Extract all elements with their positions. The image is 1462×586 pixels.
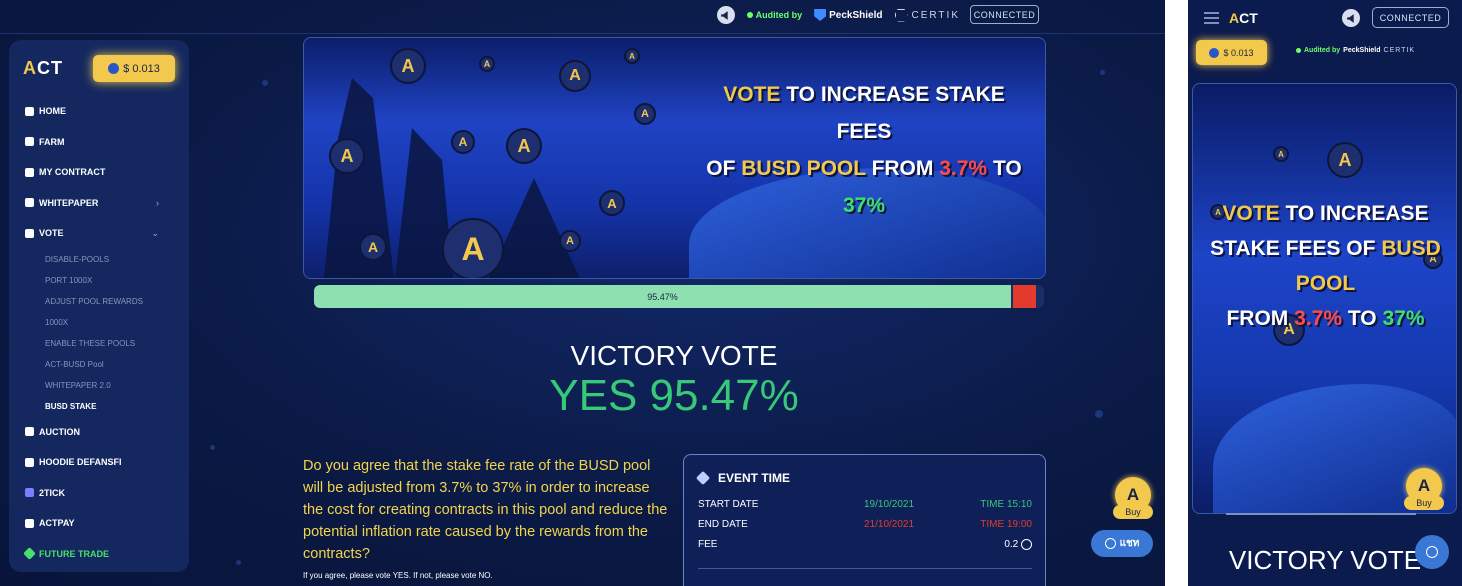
sidebar-subitem-disable-pools[interactable]: DISABLE-POOLS <box>9 249 189 270</box>
price-badge[interactable]: $ 0.013 <box>1196 40 1267 65</box>
act-token-icon <box>108 63 120 74</box>
sidebar-item-actpay[interactable]: ACTPAY <box>9 508 189 539</box>
audited-label: Audited by PeckShield CERTIK <box>1296 47 1415 54</box>
announcement-icon[interactable] <box>716 6 735 24</box>
connected-button[interactable]: CONNECTED <box>970 5 1039 24</box>
event-time-card: EVENT TIME START DATE 19/10/2021 TIME 15… <box>683 454 1046 586</box>
sidebar-subitem-enable-these-pools[interactable]: ENABLE THESE POOLS <box>9 333 189 354</box>
sidebar-subitem-whitepaper-2[interactable]: WHITEPAPER 2.0 <box>9 375 189 396</box>
sidebar-item-my-contract[interactable]: MY CONTRACT <box>9 157 189 188</box>
chat-icon <box>1426 546 1438 558</box>
connected-button[interactable]: CONNECTED <box>1372 7 1449 28</box>
act-coin-icon: A <box>479 56 495 72</box>
act-coin-icon: A <box>559 230 581 252</box>
star-dot <box>1095 410 1103 418</box>
buy-button[interactable]: A Buy <box>1404 468 1444 512</box>
divider <box>1165 0 1188 586</box>
contract-icon <box>25 167 34 177</box>
rocket-icon <box>25 137 34 147</box>
sidebar-item-whitepaper[interactable]: WHITEPAPER › <box>9 188 189 219</box>
top-bar: Audited by PeckShield CERTIK CONNECTED <box>0 0 1165 34</box>
act-token-icon <box>1021 539 1032 550</box>
auction-icon <box>25 427 34 437</box>
sidebar-subitem-port-1000x[interactable]: PORT 1000X <box>9 270 189 291</box>
chevron-down-icon: ⌄ <box>151 227 159 238</box>
audited-label: Audited by <box>746 10 802 20</box>
star-dot <box>236 560 241 565</box>
vote-icon <box>25 228 34 238</box>
act-coin-icon: A <box>451 130 475 154</box>
fee-row: FEE 0.2 <box>698 539 1032 550</box>
start-date-row: START DATE 19/10/2021 TIME 15:10 <box>698 499 1032 510</box>
announcement-icon[interactable] <box>1342 9 1360 27</box>
act-coin-icon: A <box>359 233 387 261</box>
menu-icon[interactable] <box>1204 12 1219 24</box>
vote-note: If you agree, please vote YES. If not, p… <box>303 571 493 580</box>
star-dot <box>1100 70 1105 75</box>
sidebar-subitem-busd-stake[interactable]: BUSD STAKE <box>9 396 189 417</box>
vote-progress-bar <box>1226 513 1416 515</box>
vote-banner: A A A A A A A A A A A A VOTE TO INCREASE… <box>303 37 1046 279</box>
act-coin-icon: A <box>599 190 625 216</box>
book-icon <box>25 198 34 208</box>
vote-no-fill <box>1013 285 1036 308</box>
act-coin-icon: A <box>506 128 542 164</box>
home-icon <box>25 106 34 116</box>
star-dot <box>210 445 215 450</box>
vote-result: YES 95.47% <box>549 371 799 420</box>
peckshield-logo: PeckShield <box>814 9 883 21</box>
act-token-icon <box>1209 47 1220 58</box>
buy-label: Buy <box>1113 505 1153 519</box>
act-coin-icon: A <box>442 218 504 278</box>
chat-button[interactable]: แชท <box>1091 530 1153 557</box>
hoodie-icon <box>25 457 34 467</box>
screen: Audited by PeckShield CERTIK CONNECTED A… <box>0 0 1462 586</box>
vote-banner: A A A A A VOTE TO INCREASE STAKE FEES OF… <box>1192 83 1457 514</box>
rocket-icon <box>695 470 711 486</box>
end-date-row: END DATE 21/10/2021 TIME 19:00 <box>698 519 1032 530</box>
sidebar-item-vote[interactable]: VOTE ⌄ <box>9 218 189 249</box>
act-coin-icon: A <box>634 103 656 125</box>
banner-headline: VOTE TO INCREASE STAKE FEES OF BUSD POOL… <box>1210 202 1441 330</box>
sidebar-nav: HOME FARM MY CONTRACT WHITEPAPER › VOTE ⌄ … <box>9 96 189 569</box>
star-dot <box>262 80 268 86</box>
act-coin-icon: A <box>390 48 426 84</box>
buy-label: Buy <box>1404 496 1444 510</box>
chat-icon <box>1104 538 1116 549</box>
certik-logo: CERTIK <box>894 8 961 22</box>
banner-headline: VOTE TO INCREASE STAKE FEES OF BUSD POOL… <box>706 83 1022 217</box>
vote-progress-bar: 95.47% <box>314 285 1044 308</box>
sidebar-subitem-adjust-pool-rewards[interactable]: ADJUST POOL REWARDS <box>9 291 189 312</box>
desktop-view: Audited by PeckShield CERTIK CONNECTED A… <box>0 0 1165 586</box>
act-logo[interactable]: ACT <box>1229 10 1258 26</box>
chat-button[interactable] <box>1415 535 1449 569</box>
sidebar-item-hoodie-defansfi[interactable]: HOODIE DEFANSFI <box>9 447 189 478</box>
sidebar-item-future-trade[interactable]: FUTURE TRADE <box>9 539 189 570</box>
divider <box>698 568 1032 569</box>
sidebar-item-home[interactable]: HOME <box>9 96 189 127</box>
sidebar-item-2tick[interactable]: 2TICK <box>9 478 189 509</box>
chevron-right-icon: › <box>156 197 159 208</box>
sidebar-subitem-act-busd-pool[interactable]: ACT-BUSD Pool <box>9 354 189 375</box>
buy-button[interactable]: A Buy <box>1113 477 1153 521</box>
act-coin-icon: A <box>1327 142 1363 178</box>
act-logo[interactable]: ACT <box>23 58 63 79</box>
act-coin-icon: A <box>624 48 640 64</box>
victory-vote-title: VICTORY VOTE <box>570 340 778 371</box>
tick-icon <box>25 488 34 498</box>
sidebar-item-auction[interactable]: AUCTION <box>9 417 189 448</box>
event-time-header: EVENT TIME <box>695 470 790 486</box>
act-coin-icon: A <box>559 60 591 92</box>
act-coin-icon: A <box>1273 146 1289 162</box>
audit-row: Audited by PeckShield CERTIK <box>716 5 961 25</box>
sidebar-subitem-1000x[interactable]: 1000X <box>9 312 189 333</box>
vote-question: Do you agree that the stake fee rate of … <box>303 458 668 562</box>
price-badge[interactable]: $ 0.013 <box>93 55 175 82</box>
actpay-icon <box>25 518 34 528</box>
vote-yes-fill: 95.47% <box>314 285 1011 308</box>
sidebar: ACT $ 0.013 HOME FARM MY CONTRACT WHITEP… <box>9 40 189 572</box>
future-trade-icon <box>23 547 36 561</box>
sidebar-item-farm[interactable]: FARM <box>9 127 189 158</box>
act-coin-icon: A <box>329 138 365 174</box>
